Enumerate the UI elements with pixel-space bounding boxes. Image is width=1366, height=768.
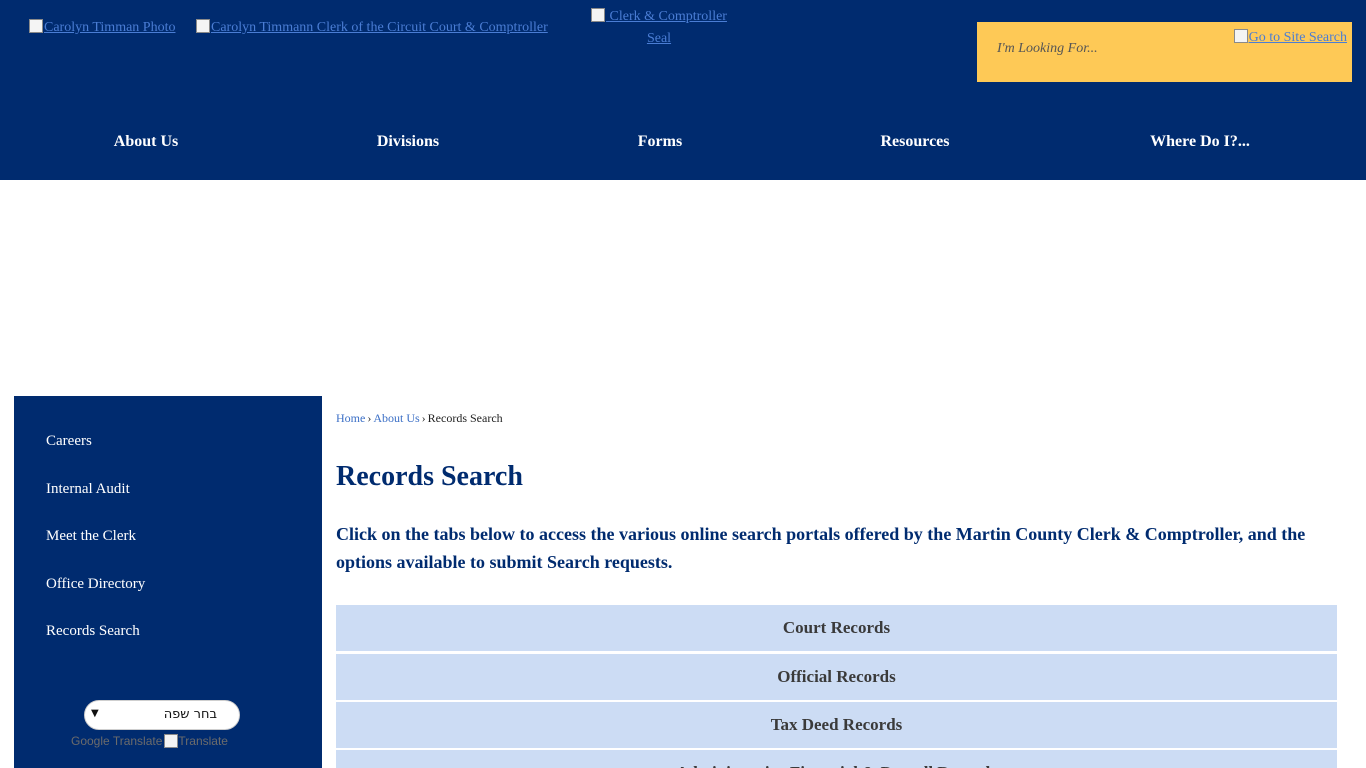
broken-image-icon [29, 19, 43, 33]
tab-tax-deed-records[interactable]: Tax Deed Records [336, 702, 1337, 748]
breadcrumb-separator: › [421, 411, 426, 425]
clerk-logo-link[interactable]: Carolyn Timmann Clerk of the Circuit Cou… [196, 17, 548, 39]
clerk-photo-link[interactable]: Carolyn Timman Photo [29, 17, 175, 39]
clerk-logo-alt: Carolyn Timmann Clerk of the Circuit Cou… [211, 20, 548, 35]
site-search: I'm Looking For... Go to Site Search [977, 22, 1352, 82]
tab-official-records[interactable]: Official Records [336, 654, 1337, 700]
search-go-alt: Go to Site Search [1248, 30, 1347, 45]
google-translate-credit: Google Translate Translate [71, 734, 228, 748]
clerk-photo-alt: Carolyn Timman Photo [44, 20, 176, 35]
search-input[interactable]: I'm Looking For... [997, 41, 1227, 63]
main-nav: About Us Divisions Forms Resources Where… [0, 130, 1366, 154]
site-header: Carolyn Timman Photo Carolyn Timmann Cle… [0, 0, 1366, 180]
broken-image-icon [591, 8, 606, 22]
chevron-down-icon: ▼ [91, 708, 99, 719]
sidebar: Careers Internal Audit Meet the Clerk Of… [14, 396, 322, 768]
google-translate-label: Google Translate [71, 734, 163, 748]
nav-about-us[interactable]: About Us [114, 130, 178, 154]
page-title: Records Search [336, 461, 523, 492]
translate-alt: Translate [178, 734, 228, 748]
search-icon [1233, 29, 1248, 43]
breadcrumb-separator: › [367, 411, 372, 425]
seal-alt: Clerk & Comptroller Seal [609, 9, 727, 46]
tab-court-records[interactable]: Court Records [336, 605, 1337, 651]
breadcrumb-about-us[interactable]: About Us [373, 411, 419, 425]
nav-divisions[interactable]: Divisions [377, 130, 439, 154]
sidebar-item-meet-the-clerk[interactable]: Meet the Clerk [46, 526, 136, 546]
sidebar-item-internal-audit[interactable]: Internal Audit [46, 479, 130, 499]
language-select-value: בחר שפה [163, 707, 217, 722]
sidebar-item-records-search[interactable]: Records Search [46, 621, 140, 641]
intro-text: Click on the tabs below to access the va… [336, 524, 1306, 572]
tab-administrative-records[interactable]: Administrative Financial & Payroll Recor… [336, 750, 1337, 768]
breadcrumb: Home › About Us › Records Search [336, 410, 503, 426]
search-go-button[interactable]: Go to Site Search [1233, 27, 1347, 49]
seal-link[interactable]: Clerk & Comptroller Seal [579, 6, 739, 50]
sidebar-item-office-directory[interactable]: Office Directory [46, 574, 145, 594]
language-select[interactable]: ▼ בחר שפה [84, 700, 240, 730]
nav-resources[interactable]: Resources [880, 130, 949, 154]
breadcrumb-current: Records Search [427, 411, 503, 425]
breadcrumb-home[interactable]: Home [336, 411, 365, 425]
broken-image-icon [196, 19, 210, 33]
nav-forms[interactable]: Forms [638, 130, 682, 154]
translate-icon [164, 734, 179, 748]
nav-where-do-i[interactable]: Where Do I?... [1150, 130, 1250, 154]
sidebar-item-careers[interactable]: Careers [46, 431, 92, 451]
